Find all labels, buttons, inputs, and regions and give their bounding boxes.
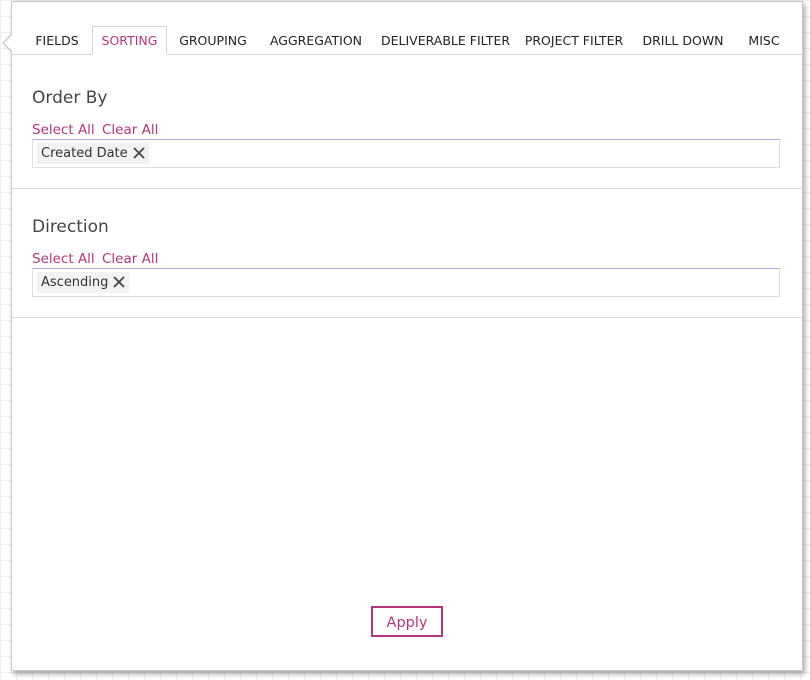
order-by-section: Order By Select All Clear All Created Da… [12,55,802,189]
chip-ascending: Ascending [37,272,130,293]
order-by-title: Order By [32,88,108,108]
chip-created-date: Created Date [37,143,149,164]
tab-aggregation[interactable]: AGGREGATION [267,27,365,54]
direction-select-all-link[interactable]: Select All [32,251,95,267]
panel-pointer-fill [4,35,12,51]
tab-grouping[interactable]: GROUPING [174,27,252,54]
apply-button[interactable]: Apply [371,606,443,637]
tab-sorting[interactable]: SORTING [92,26,167,55]
order-by-clear-all-link[interactable]: Clear All [102,122,158,138]
close-icon[interactable] [133,147,145,159]
order-by-multiselect[interactable]: Created Date [32,139,780,168]
direction-clear-all-link[interactable]: Clear All [102,251,158,267]
tab-drill-down[interactable]: DRILL DOWN [642,27,724,54]
close-icon[interactable] [113,276,126,288]
direction-multiselect[interactable]: Ascending [32,268,780,297]
report-settings-panel: FIELDS SORTING GROUPING AGGREGATION DELI… [11,1,803,671]
chip-label: Created Date [41,146,128,161]
tab-bar: FIELDS SORTING GROUPING AGGREGATION DELI… [12,26,802,55]
tab-deliverable-filter[interactable]: DELIVERABLE FILTER [381,27,510,54]
order-by-select-all-link[interactable]: Select All [32,122,95,138]
tab-project-filter[interactable]: PROJECT FILTER [524,27,624,54]
tab-misc[interactable]: MISC [744,27,784,54]
direction-section: Direction Select All Clear All Ascending [12,189,802,318]
direction-title: Direction [32,217,109,237]
chip-label: Ascending [41,275,109,290]
tab-fields[interactable]: FIELDS [26,27,88,54]
